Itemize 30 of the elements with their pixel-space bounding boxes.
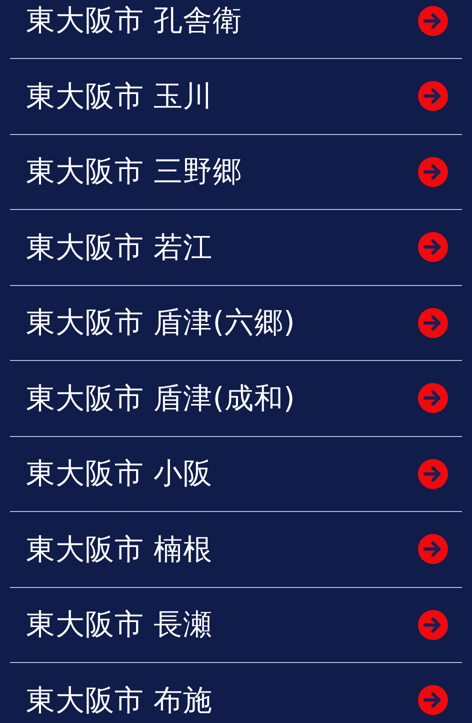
- item-label: 東大阪市 三野郷: [26, 153, 242, 190]
- list-item[interactable]: 東大阪市 盾津(成和): [10, 361, 462, 436]
- arrow-right-icon: [418, 308, 448, 338]
- list-item[interactable]: 東大阪市 楠根: [10, 512, 462, 588]
- item-label: 東大阪市 若江: [26, 228, 213, 266]
- list-item[interactable]: 東大阪市 玉川: [10, 59, 462, 134]
- list-item[interactable]: 東大阪市 小阪: [10, 436, 462, 512]
- arrow-right-icon: [418, 156, 448, 187]
- arrow-right-icon: [418, 610, 448, 640]
- arrow-right-icon: [418, 534, 448, 564]
- item-label: 東大阪市 玉川: [26, 78, 213, 114]
- item-label: 東大阪市 盾津(成和): [26, 380, 296, 416]
- list-item[interactable]: 東大阪市 三野郷: [10, 134, 462, 210]
- item-label: 東大阪市 楠根: [26, 530, 213, 568]
- item-label: 東大阪市 盾津(六郷): [26, 304, 296, 341]
- item-label: 東大阪市 布施: [26, 682, 213, 718]
- arrow-right-icon: [418, 6, 448, 36]
- item-label: 東大阪市 孔舎衛: [26, 2, 242, 39]
- item-label: 東大阪市 小阪: [26, 455, 213, 492]
- arrow-right-icon: [418, 685, 448, 716]
- list-item[interactable]: 東大阪市 孔舎衛: [10, 0, 462, 59]
- item-label: 東大阪市 長瀬: [26, 606, 213, 643]
- arrow-right-icon: [418, 232, 448, 262]
- list-item[interactable]: 東大阪市 盾津(六郷): [10, 286, 462, 361]
- list-item[interactable]: 東大阪市 布施: [10, 663, 462, 723]
- arrow-right-icon: [418, 383, 448, 414]
- arrow-right-icon: [418, 458, 448, 489]
- list-item[interactable]: 東大阪市 長瀬: [10, 588, 462, 663]
- arrow-right-icon: [418, 81, 448, 112]
- list-item[interactable]: 東大阪市 若江: [10, 210, 462, 286]
